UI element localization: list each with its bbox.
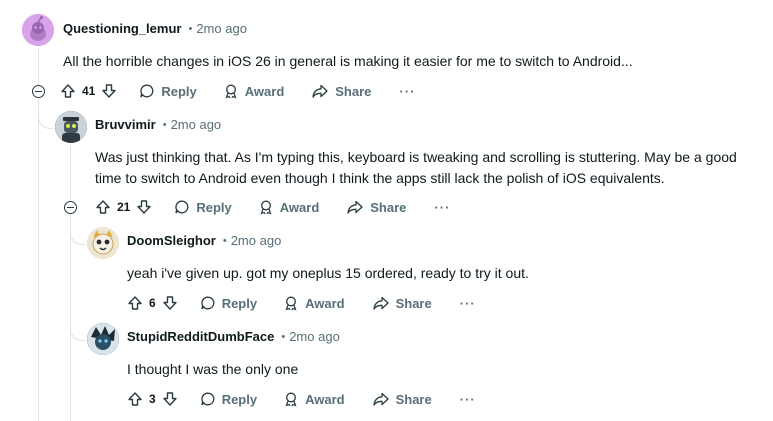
author-name[interactable]: DoomSleighor [127, 233, 216, 248]
reply-label: Reply [196, 199, 232, 215]
award-icon [225, 84, 237, 99]
award-label: Award [279, 199, 320, 215]
avatar[interactable] [87, 323, 119, 355]
snoo-avatar-icon [22, 14, 54, 46]
award-button[interactable]: Award [283, 295, 345, 311]
award-icon [285, 296, 297, 311]
upvote-icon[interactable] [95, 199, 111, 215]
character-avatar-icon [87, 323, 119, 355]
comment-bubble-icon [201, 392, 215, 406]
reply-button[interactable]: Reply [174, 199, 232, 215]
more-options-icon: ··· [434, 199, 451, 215]
award-label: Award [244, 83, 285, 99]
reply-button[interactable]: Reply [200, 295, 257, 311]
comment-body: yeah i've given up. got my oneplus 15 or… [127, 265, 529, 281]
comment-body-line: Was just thinking that. As I'm typing th… [95, 149, 737, 165]
meta-separator: • [188, 22, 193, 35]
comment-meta: Questioning_lemur • 2mo ago [63, 21, 247, 36]
more-options-icon: ··· [459, 391, 476, 407]
comment-actions: 6 Reply Award Share ··· [127, 291, 476, 315]
more-options-icon: ··· [399, 83, 416, 99]
thread-connector [70, 314, 85, 341]
reply-label: Reply [161, 83, 197, 99]
upvote-icon[interactable] [60, 83, 76, 99]
thread-connector [38, 104, 53, 129]
upvote-icon[interactable] [127, 295, 143, 311]
author-name[interactable]: StupidRedditDumbFace [127, 329, 274, 344]
more-options-icon: ··· [459, 295, 476, 311]
collapse-thread-button[interactable] [64, 201, 77, 214]
downvote-icon[interactable] [136, 199, 152, 215]
more-options-button[interactable]: ··· [434, 200, 450, 215]
more-options-button[interactable]: ··· [399, 84, 415, 99]
more-options-button[interactable]: ··· [460, 392, 476, 407]
comment-actions: 3 Reply Award Share ··· [127, 387, 476, 411]
comment-actions: 21 Reply Award Share ··· [95, 195, 450, 219]
reply-label: Reply [221, 295, 258, 311]
thread-connector [70, 218, 85, 245]
share-label: Share [395, 391, 432, 407]
more-options-button[interactable]: ··· [460, 296, 476, 311]
comment-bubble-icon [201, 296, 215, 310]
share-button[interactable]: Share [346, 199, 406, 215]
author-name[interactable]: Bruvvimir [95, 117, 156, 132]
thread-line-level2[interactable] [70, 146, 71, 421]
downvote-icon[interactable] [162, 391, 178, 407]
comment-bubble-icon [140, 84, 154, 98]
robot-avatar-icon [55, 111, 87, 143]
vote-group: 41 [60, 83, 117, 99]
reply-button[interactable]: Reply [139, 83, 197, 99]
timestamp[interactable]: 2mo ago [231, 233, 282, 248]
comment-body: All the horrible changes in iOS 26 in ge… [63, 53, 633, 69]
author-name[interactable]: Questioning_lemur [63, 21, 181, 36]
meta-separator: • [222, 234, 227, 247]
reply-button[interactable]: Reply [200, 391, 257, 407]
vote-group: 6 [127, 295, 178, 311]
comment-actions: 41 Reply Award Share ··· [60, 79, 415, 103]
share-icon [312, 84, 328, 98]
vote-count: 41 [82, 84, 96, 98]
timestamp[interactable]: 2mo ago [196, 21, 247, 36]
meta-separator: • [162, 118, 167, 131]
cat-avatar-icon [87, 227, 119, 259]
award-icon [260, 200, 272, 215]
share-icon [372, 392, 389, 406]
comment-body-line: time to switch to Android even though I … [95, 170, 665, 186]
meta-separator: • [281, 330, 286, 343]
timestamp[interactable]: 2mo ago [289, 329, 340, 344]
comment-body: I thought I was the only one [127, 361, 299, 377]
vote-group: 3 [127, 391, 178, 407]
downvote-icon[interactable] [162, 295, 178, 311]
share-button[interactable]: Share [372, 391, 432, 407]
share-label: Share [370, 199, 407, 215]
share-icon [347, 200, 363, 214]
comment-meta: DoomSleighor • 2mo ago [127, 233, 281, 248]
vote-count: 3 [149, 392, 156, 406]
avatar[interactable] [22, 14, 54, 46]
avatar[interactable] [87, 227, 119, 259]
award-button[interactable]: Award [258, 199, 320, 215]
timestamp[interactable]: 2mo ago [171, 117, 222, 132]
vote-count: 21 [117, 200, 131, 214]
vote-group: 21 [95, 199, 152, 215]
share-button[interactable]: Share [311, 83, 371, 99]
share-label: Share [335, 83, 372, 99]
comment-bubble-icon [175, 200, 189, 214]
comment-meta: StupidRedditDumbFace • 2mo ago [127, 329, 340, 344]
award-button[interactable]: Award [283, 391, 345, 407]
award-button[interactable]: Award [223, 83, 285, 99]
avatar[interactable] [55, 111, 87, 143]
collapse-thread-button[interactable] [32, 85, 45, 98]
upvote-icon[interactable] [127, 391, 143, 407]
award-icon [285, 392, 297, 407]
share-icon [372, 296, 389, 310]
downvote-icon[interactable] [101, 83, 117, 99]
share-label: Share [395, 295, 432, 311]
share-button[interactable]: Share [372, 295, 432, 311]
award-label: Award [305, 295, 345, 311]
award-label: Award [305, 391, 345, 407]
vote-count: 6 [149, 296, 156, 310]
reply-label: Reply [221, 391, 258, 407]
comment-meta: Bruvvimir • 2mo ago [95, 117, 221, 132]
